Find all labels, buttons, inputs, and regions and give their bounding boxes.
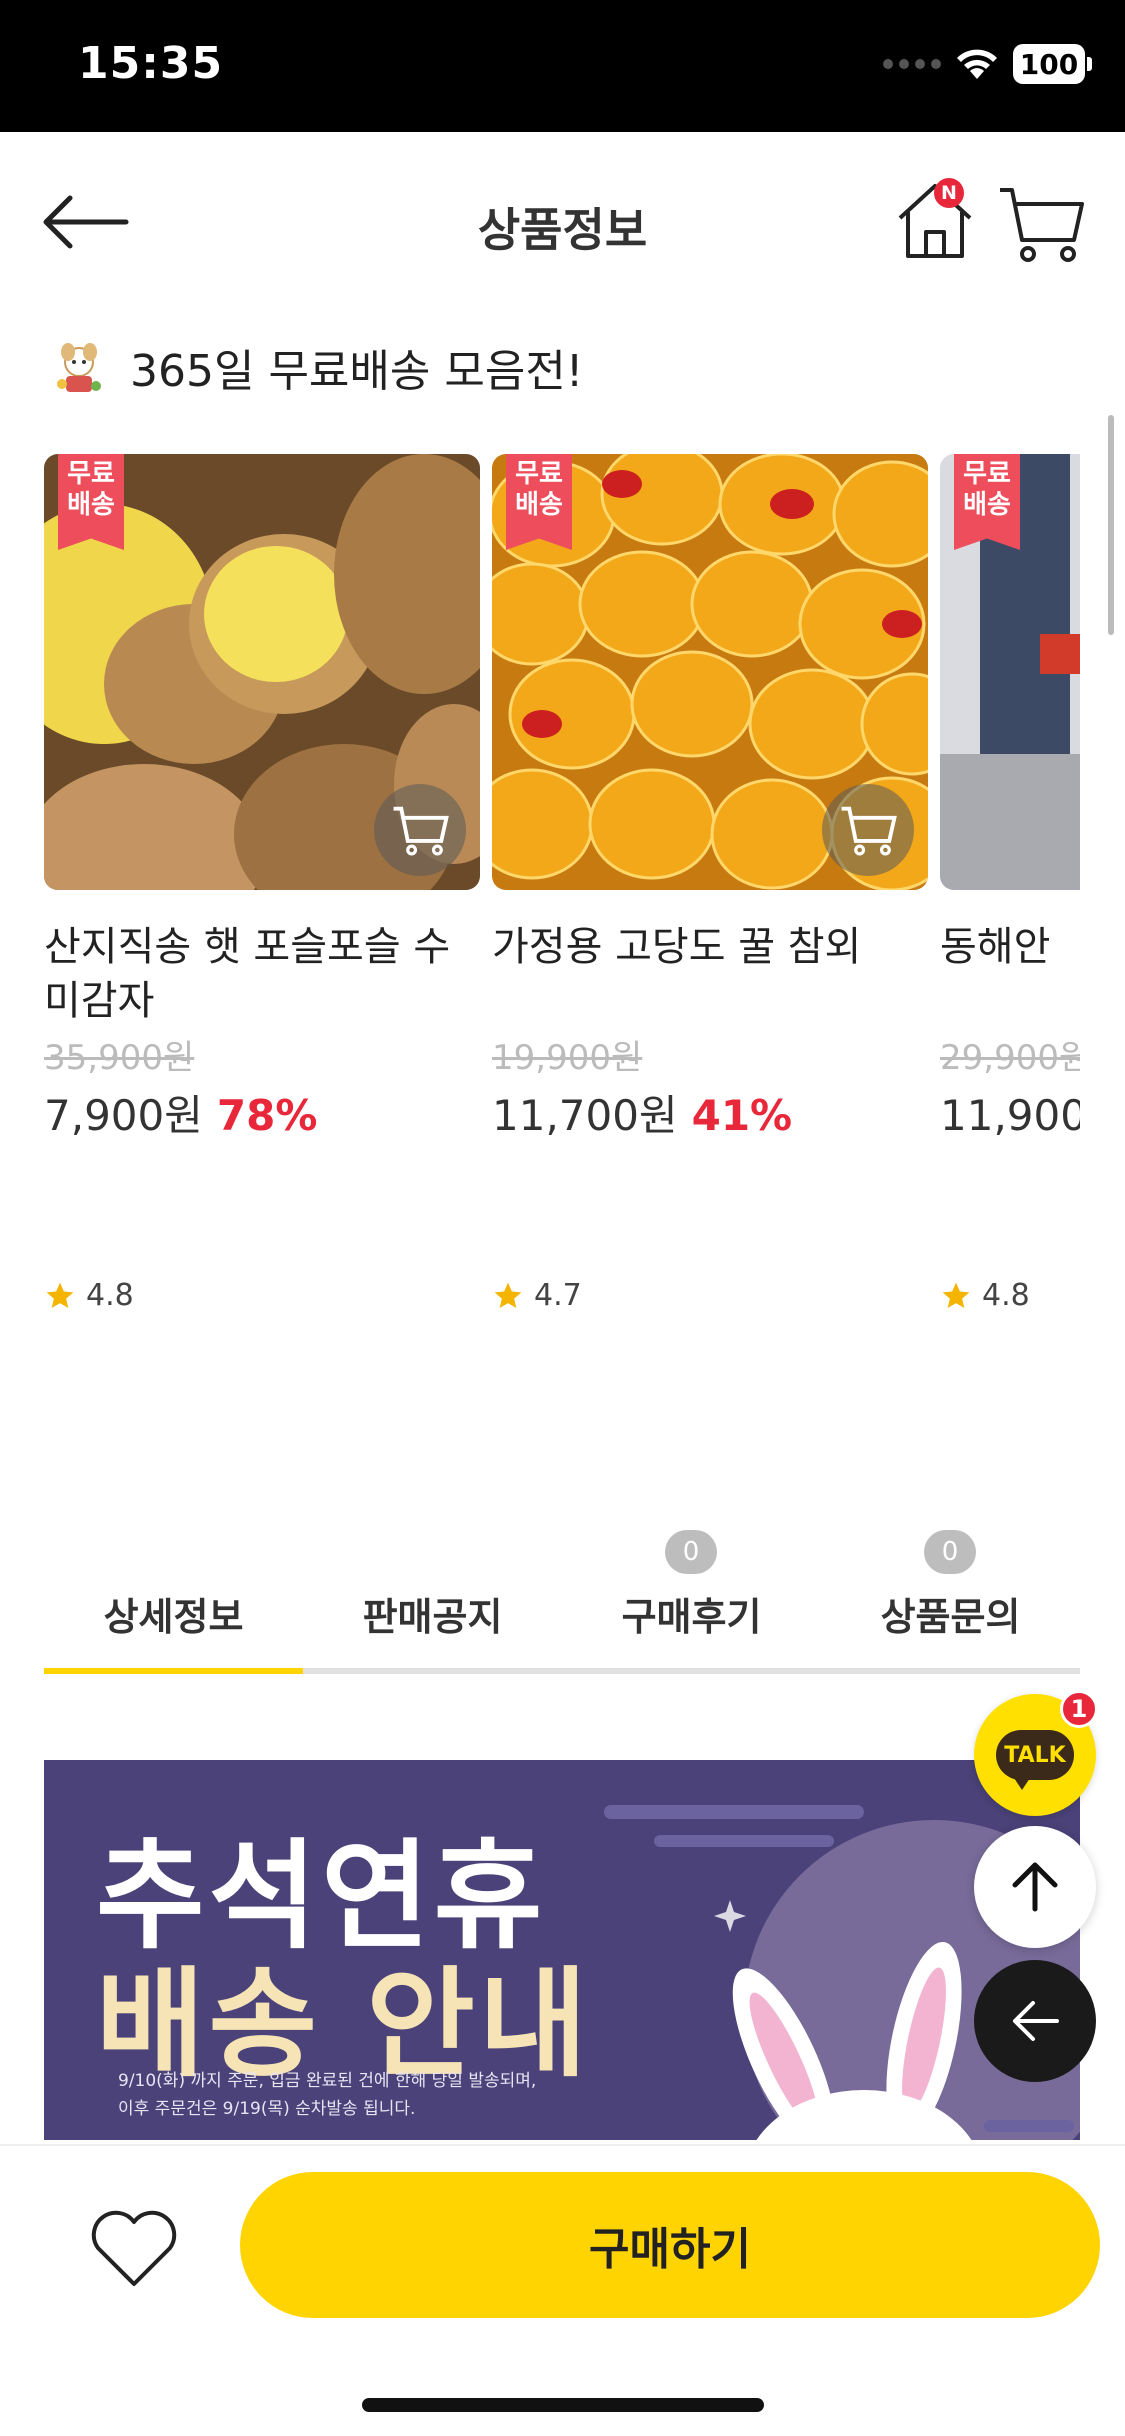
wifi-icon — [957, 49, 997, 79]
buy-button[interactable]: 구매하기 — [240, 2172, 1100, 2318]
product-card[interactable]: 무료 배송 가정용 고당도 꿀 참외 19,900원 11,700원 41% 4.7 — [492, 454, 928, 1313]
banner-note-line2: 이후 주문건은 9/19(목) 순차발송 됩니다. — [118, 2099, 416, 2119]
arrow-left-icon — [1013, 2001, 1059, 2041]
scroll-to-top-button[interactable] — [974, 1826, 1096, 1948]
home-button[interactable]: N — [890, 176, 980, 266]
sale-price: 11,700원 — [492, 1091, 678, 1140]
inquiry-count-badge: 0 — [924, 1530, 976, 1574]
tab-label: 판매공지 — [362, 1595, 503, 1639]
price-row: 11,900원 — [940, 1082, 1080, 1140]
product-image[interactable]: 무료 배송 — [492, 454, 928, 890]
product-name[interactable]: 동해안 — [940, 920, 1080, 1028]
cart-icon[interactable] — [996, 178, 1086, 268]
cellular-signal-icon — [883, 59, 941, 69]
product-image[interactable]: 무료 배송 — [940, 454, 1080, 890]
product-carousel[interactable]: 무료 배송 산지직송 햇 포슬포슬 수미감자 35,900원 7,900원 78% … — [44, 454, 1080, 1334]
product-card[interactable]: 무료 배송 산지직송 햇 포슬포슬 수미감자 35,900원 7,900원 78% … — [44, 454, 480, 1313]
price-row: 11,700원 41% — [492, 1082, 928, 1140]
star-icon — [942, 1282, 970, 1308]
rating-value: 4.8 — [982, 1278, 1030, 1313]
free-shipping-ribbon: 무료 배송 — [506, 454, 572, 550]
tab-label: 상세정보 — [103, 1595, 244, 1639]
add-to-cart-button[interactable] — [374, 784, 466, 876]
status-time: 15:35 — [78, 38, 224, 89]
bottom-purchase-bar: 구매하기 — [0, 2144, 1125, 2436]
star-icon — [46, 1282, 74, 1308]
banner-note-line1: 9/10(화) 까지 주문, 입금 완료된 건에 한해 당일 발송되며, — [118, 2071, 537, 2091]
rating: 4.8 — [940, 1278, 1030, 1313]
free-shipping-ribbon: 무료 배송 — [954, 454, 1020, 550]
original-price: 29,900원 — [940, 1038, 1080, 1078]
home-indicator — [362, 2398, 764, 2412]
rating-value: 4.8 — [86, 1278, 134, 1313]
tab-sales-notice[interactable]: 판매공지 — [303, 1530, 562, 1666]
original-price: 19,900원 — [492, 1038, 643, 1078]
price-row: 7,900원 78% — [44, 1082, 480, 1140]
product-image[interactable]: 무료 배송 — [44, 454, 480, 890]
tab-detail-info[interactable]: 상세정보 — [44, 1530, 303, 1666]
status-icons: 100 — [883, 44, 1092, 84]
kakao-talk-button[interactable]: TALK 1 — [974, 1690, 1098, 1816]
home-badge: N — [934, 178, 964, 208]
sale-price: 11,900원 — [940, 1091, 1080, 1140]
rating: 4.7 — [492, 1278, 582, 1313]
battery-indicator: 100 — [1013, 44, 1092, 84]
section-title-text: 365일 무료배송 모음전! — [130, 346, 584, 397]
section-title: 365일 무료배송 모음전! — [48, 335, 583, 399]
review-count-badge: 0 — [665, 1530, 717, 1574]
star-icon — [494, 1282, 522, 1308]
discount-rate: 41% — [691, 1091, 793, 1140]
heart-icon[interactable] — [86, 2200, 182, 2296]
free-shipping-ribbon: 무료 배송 — [58, 454, 124, 550]
cart-icon — [393, 806, 449, 856]
arrow-up-icon — [1012, 1862, 1058, 1912]
original-price: 35,900원 — [44, 1038, 195, 1078]
tab-reviews[interactable]: 0 구매후기 — [562, 1530, 821, 1666]
mascot-icon — [57, 343, 101, 392]
tab-inquiries[interactable]: 0 상품문의 — [821, 1530, 1080, 1666]
tab-label: 구매후기 — [621, 1595, 762, 1639]
sale-price: 7,900원 — [44, 1091, 203, 1140]
rating: 4.8 — [44, 1278, 134, 1313]
talk-badge: 1 — [1060, 1690, 1098, 1728]
header: 상품정보 N — [0, 132, 1125, 312]
scrollbar[interactable] — [1108, 415, 1114, 635]
chuseok-delivery-banner: 추석연휴 배송 안내 9/10(화) 까지 주문, 입금 완료된 건에 한해 당… — [44, 1760, 1080, 2140]
detail-tabs: 상세정보 판매공지 0 구매후기 0 상품문의 — [44, 1530, 1080, 1676]
cart-icon — [841, 806, 897, 856]
rating-value: 4.7 — [534, 1278, 582, 1313]
floating-back-button[interactable] — [974, 1960, 1096, 2082]
product-name[interactable]: 가정용 고당도 꿀 참외 — [492, 920, 928, 1028]
product-card[interactable]: 무료배송 동해안 29,900원 11,900원 4.8 — [940, 454, 1080, 1313]
add-to-cart-button[interactable] — [822, 784, 914, 876]
discount-rate: 78% — [216, 1091, 318, 1140]
tab-label: 상품문의 — [880, 1595, 1021, 1639]
talk-icon: TALK — [996, 1730, 1074, 1790]
status-bar: 15:35 100 — [0, 0, 1125, 132]
tab-active-indicator — [44, 1668, 303, 1674]
product-name[interactable]: 산지직송 햇 포슬포슬 수미감자 — [44, 920, 480, 1028]
